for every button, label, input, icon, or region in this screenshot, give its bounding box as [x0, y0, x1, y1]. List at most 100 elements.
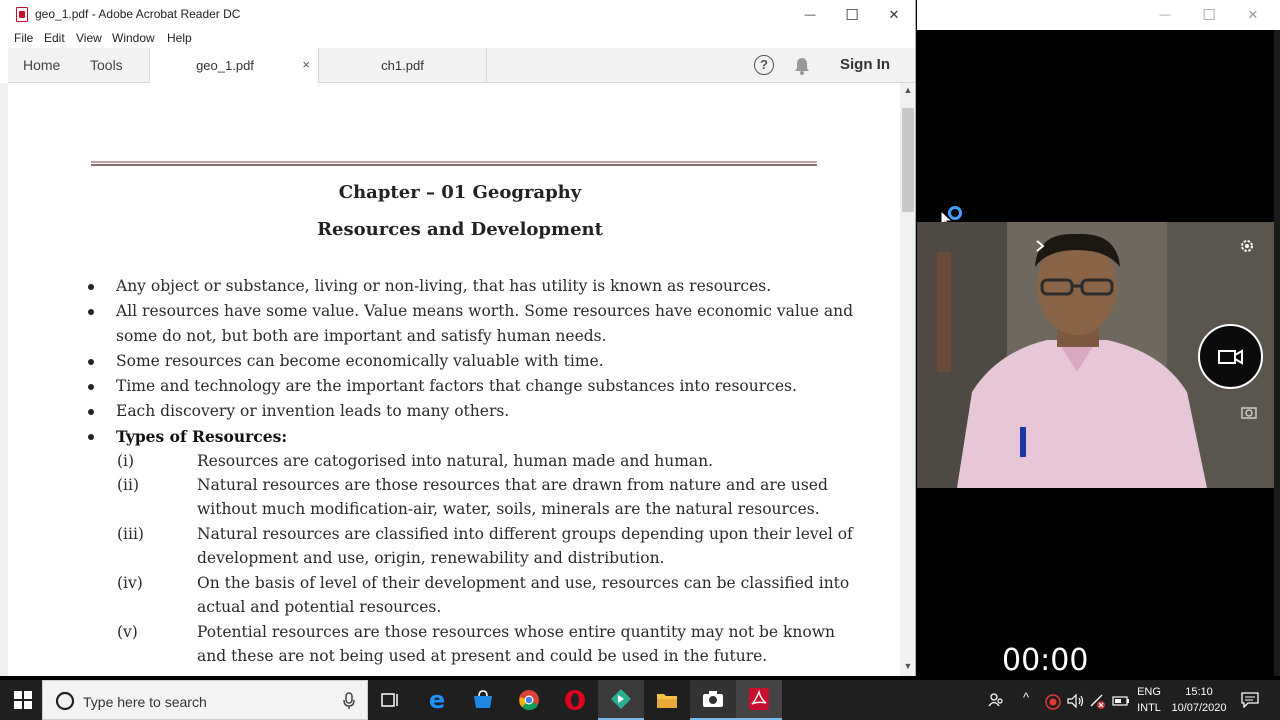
left-gutter	[0, 83, 8, 676]
settings-gear-icon[interactable]	[1239, 238, 1255, 254]
bullet-dot	[88, 284, 94, 290]
window-title: geo_1.pdf - Adobe Acrobat Reader DC	[35, 7, 241, 21]
tab-bar: Home Tools geo_1.pdf × ch1.pdf ? Sign In	[8, 48, 915, 83]
clock[interactable]: 15:10 10/07/2020	[1168, 686, 1230, 714]
bullet-dot	[88, 409, 94, 415]
sign-in-button[interactable]: Sign In	[840, 56, 890, 73]
menu-window[interactable]: Window	[112, 31, 155, 45]
battery-icon[interactable]	[1112, 694, 1130, 708]
bullet-dot	[88, 309, 94, 315]
bg-minimize-icon[interactable]: —	[1143, 0, 1187, 30]
task-view-icon	[381, 693, 398, 707]
acrobat-taskbar-button[interactable]	[736, 680, 782, 720]
item-number: (i)	[117, 452, 135, 470]
bullet-dot	[88, 384, 94, 390]
acrobat-icon	[749, 688, 769, 710]
store-icon	[474, 690, 492, 708]
camera-icon	[703, 691, 723, 707]
clock-date: 10/07/2020	[1171, 702, 1227, 714]
opera-button[interactable]	[552, 680, 598, 720]
minimize-button[interactable]: —	[788, 0, 832, 30]
item-text: On the basis of level of their developme…	[197, 574, 850, 592]
item-text: and these are not being used at present …	[197, 647, 768, 665]
item-text: without much modification-air, water, so…	[197, 500, 820, 518]
background-window-titlebar: — ☐ ✕	[917, 0, 1280, 30]
menu-file[interactable]: File	[14, 31, 33, 45]
bullet-text: Time and technology are the important fa…	[116, 377, 797, 395]
network-icon[interactable]	[1090, 694, 1106, 710]
recorder-scrollbar	[1274, 30, 1280, 676]
recording-timer: 00:00	[1002, 643, 1089, 678]
volume-icon[interactable]	[1067, 693, 1085, 709]
close-tab-icon[interactable]: ×	[302, 57, 310, 72]
chapter-subtitle: Resources and Development	[317, 219, 603, 240]
item-text: Natural resources are those resources th…	[197, 476, 828, 494]
edge-icon: e	[428, 686, 446, 714]
help-icon[interactable]: ?	[754, 55, 774, 75]
camera-app-button[interactable]	[690, 680, 736, 720]
record-indicator-icon[interactable]	[1045, 694, 1061, 710]
scroll-up-icon[interactable]: ▲	[900, 85, 915, 99]
header-rule-dark	[91, 164, 817, 166]
acrobat-window: geo_1.pdf - Adobe Acrobat Reader DC — ☐ …	[0, 0, 916, 676]
maximize-icon: ☐	[845, 7, 859, 24]
folder-icon	[657, 694, 677, 708]
item-text: Resources are catogorised into natural, …	[197, 452, 714, 470]
item-text: actual and potential resources.	[197, 598, 442, 616]
menu-edit[interactable]: Edit	[44, 31, 65, 45]
cortana-circle-icon	[55, 691, 75, 711]
bg-close-icon[interactable]: ✕	[1231, 0, 1275, 30]
bullet-text: Some resources can become economically v…	[116, 352, 604, 370]
bullet-text: Any object or substance, living or non-l…	[116, 277, 772, 295]
bg-maximize-icon[interactable]: ☐	[1187, 0, 1231, 30]
maximize-button[interactable]: ☐	[830, 0, 874, 30]
video-camera-icon	[1217, 348, 1243, 365]
scroll-down-icon[interactable]: ▼	[900, 661, 915, 675]
search-placeholder: Type here to search	[83, 694, 207, 710]
item-text: Natural resources are classified into di…	[197, 525, 853, 543]
expand-chevron-icon[interactable]	[1035, 240, 1045, 252]
kinemaster-button[interactable]	[598, 680, 644, 720]
start-button[interactable]	[0, 680, 46, 720]
store-button[interactable]	[460, 680, 506, 720]
menu-help[interactable]: Help	[167, 31, 192, 45]
photo-camera-icon[interactable]	[1241, 405, 1257, 419]
opera-icon	[565, 690, 585, 710]
tools-tab[interactable]: Tools	[90, 57, 123, 73]
acrobat-app-icon	[16, 7, 28, 22]
tab-geo-1-pdf[interactable]: geo_1.pdf ×	[149, 48, 318, 83]
menu-view[interactable]: View	[76, 31, 102, 45]
bullet-text: some do not, but both are important and …	[116, 327, 607, 345]
tab-ch1-pdf[interactable]: ch1.pdf	[318, 48, 487, 83]
windows-logo-icon	[14, 691, 32, 709]
minimize-icon: —	[804, 9, 816, 21]
item-number: (v)	[117, 623, 138, 641]
item-number: (iv)	[117, 574, 143, 592]
chrome-icon	[519, 690, 539, 711]
scrollbar-thumb[interactable]	[902, 108, 914, 212]
file-explorer-button[interactable]	[644, 680, 690, 720]
close-window-button[interactable]: ✕	[872, 0, 915, 30]
bullet-text: All resources have some value. Value mea…	[116, 302, 854, 320]
bullet-text: Each discovery or invention leads to man…	[116, 402, 510, 420]
language-code: ENG	[1137, 686, 1161, 698]
edge-browser-button[interactable]: e	[414, 680, 460, 720]
people-icon[interactable]	[988, 692, 1004, 708]
home-tab[interactable]: Home	[23, 57, 60, 73]
clock-time: 15:10	[1185, 686, 1213, 698]
notifications-icon[interactable]	[1241, 692, 1259, 708]
bell-icon[interactable]	[794, 57, 810, 75]
microphone-icon[interactable]	[343, 692, 355, 710]
chapter-title: Chapter – 01 Geography	[338, 182, 582, 203]
task-view-button[interactable]	[368, 680, 414, 720]
show-hidden-icons-chevron-icon[interactable]: ^	[1023, 690, 1029, 705]
title-bar: geo_1.pdf - Adobe Acrobat Reader DC — ☐ …	[0, 0, 915, 30]
taskbar-search-box[interactable]: Type here to search	[42, 680, 368, 720]
keyboard-layout: INTL	[1137, 702, 1161, 714]
record-video-button[interactable]	[1198, 324, 1263, 389]
language-indicator[interactable]: ENG INTL	[1134, 686, 1164, 714]
menu-bar: File Edit View Window Help	[0, 30, 915, 48]
busy-spinner-icon	[948, 206, 962, 220]
bullet-dot	[88, 359, 94, 365]
chrome-button[interactable]	[506, 680, 552, 720]
